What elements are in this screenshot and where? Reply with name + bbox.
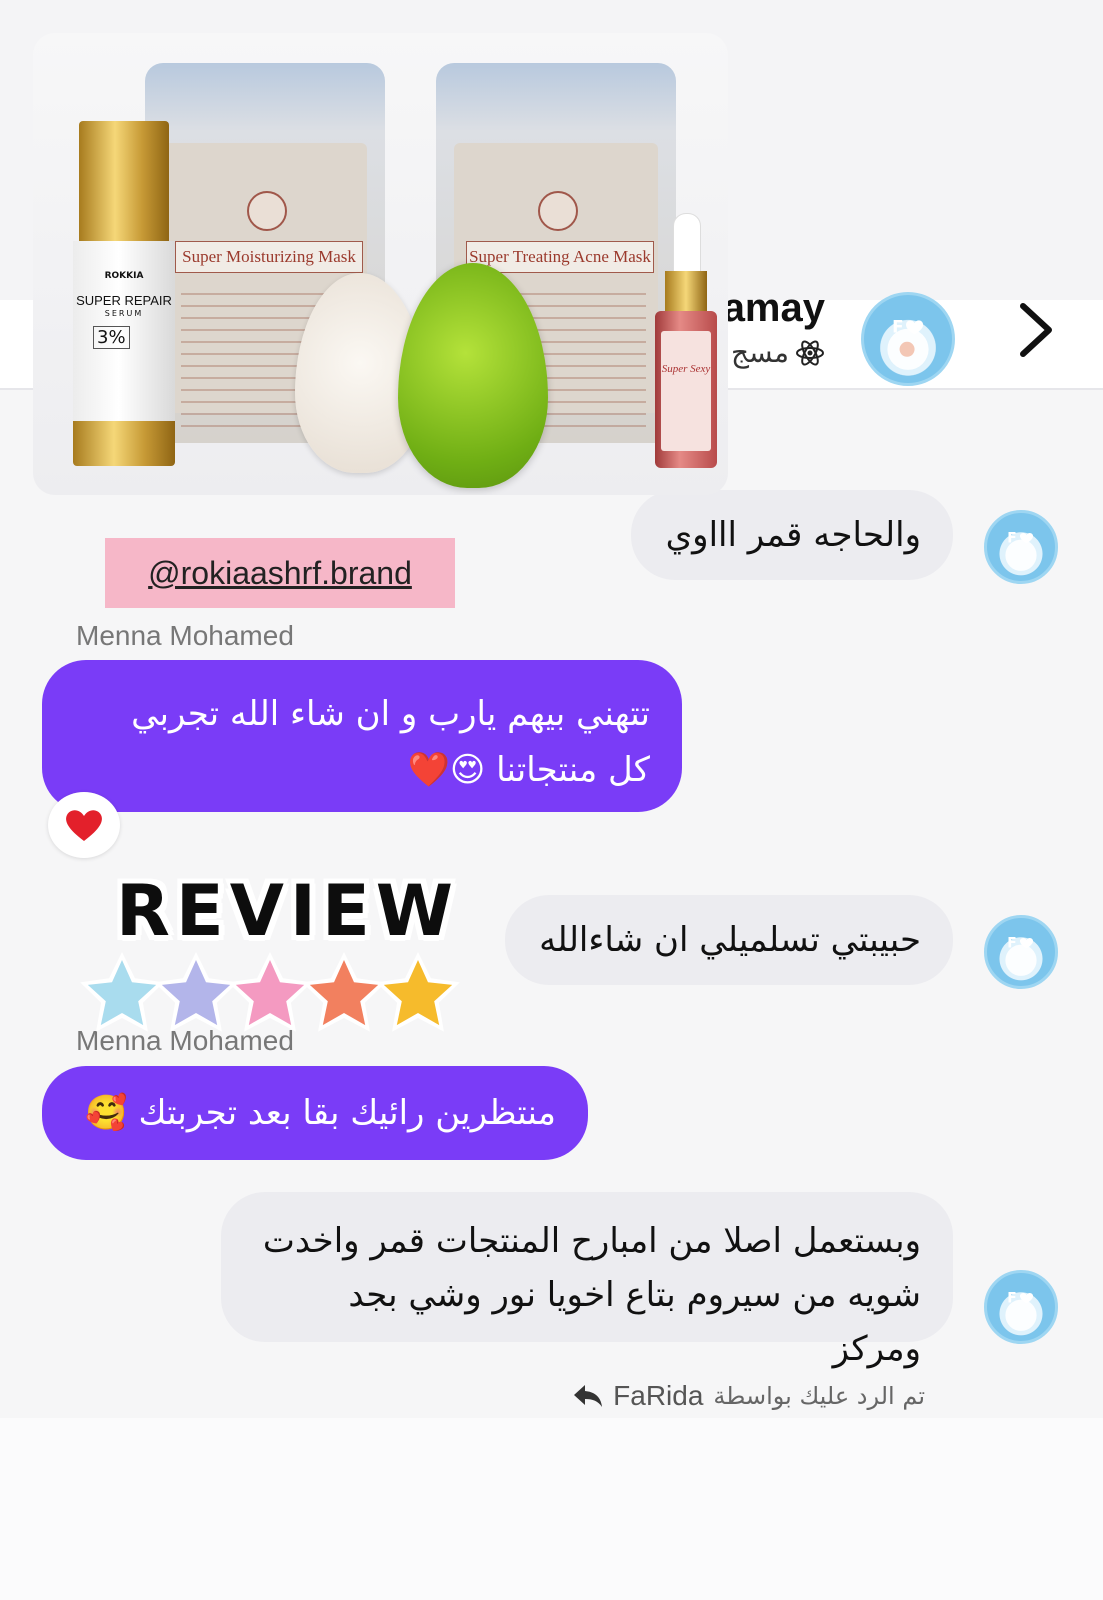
atom-icon [796,339,824,366]
contact-name[interactable]: amay [723,286,825,331]
message-text: منتظرين رائيك بقا بعد تجربتك 🥰 [85,1093,556,1133]
serum-title: SUPER REPAIR [76,293,172,308]
svg-text:F: F [1007,1290,1016,1306]
contact-subtitle-text: مسج [730,336,789,369]
message-text: حبيبتي تسلميلي ان شاءالله [539,920,921,960]
sender-avatar[interactable]: F [984,510,1058,584]
replied-by-text: تم الرد عليك بواسطة [713,1382,925,1410]
contact-avatar[interactable]: F [861,292,955,386]
brand-mention-link[interactable]: @rokiaashrf.brand [105,538,455,608]
serum-brand: ROKKIA [104,271,144,281]
sender-avatar[interactable]: F [984,915,1058,989]
message-bubble-incoming[interactable]: حبيبتي تسلميلي ان شاءالله [505,895,953,985]
message-bubble-incoming[interactable]: وبستعمل اصلا من امبارح المنتجات قمر واخد… [221,1192,953,1369]
message-bubble-outgoing[interactable]: منتظرين رائيك بقا بعد تجربتك 🥰 [42,1066,588,1160]
message-bubble-outgoing[interactable]: تتهني بيهم يارب و ان شاء الله تجربي كل م… [42,660,682,812]
heart-reaction[interactable] [48,792,120,858]
message-bubble-incoming[interactable]: والحاجه قمر اااوي [631,490,953,580]
review-word: REVIEW [116,870,459,952]
serum-subtitle: SERUM [104,309,144,318]
contact-subtitle: مسج [731,336,825,369]
reply-arrow-icon [574,1385,603,1407]
sender-avatar[interactable]: F [984,1270,1058,1344]
chevron-right-icon[interactable] [1011,300,1061,360]
pouch-label-left: Super Moisturizing Mask [175,241,363,273]
svg-text:F: F [1007,530,1016,546]
message-text: والحاجه قمر اااوي [665,515,921,555]
dropper-label: Super Sexy [661,363,711,375]
brand-logo-icon [247,191,287,231]
serum-percent: 3% [93,326,130,349]
brand-logo-icon [538,191,578,231]
svg-text:F: F [892,316,904,336]
replier-name: FaRida [613,1380,704,1411]
svg-text:F: F [1007,935,1016,951]
bottom-area [0,1418,1103,1600]
dropper-bottle: Super Sexy [651,213,721,468]
sender-name: Menna Mohamed [76,620,294,651]
rating-stars [80,952,460,1032]
product-photo[interactable]: Super Moisturizing Mask Super Treating A… [33,33,728,495]
serum-bottle: ROKKIA SUPER REPAIR SERUM 3% [73,121,175,466]
message-text: تتهني بيهم يارب و ان شاء الله تجربي كل م… [131,694,650,790]
message-text: وبستعمل اصلا من امبارح المنتجات قمر واخد… [262,1221,921,1369]
heart-icon [66,810,102,841]
replied-by-note: تم الرد عليك بواسطة FaRida [573,1380,925,1412]
review-sticker: REVIEW [70,850,470,1040]
